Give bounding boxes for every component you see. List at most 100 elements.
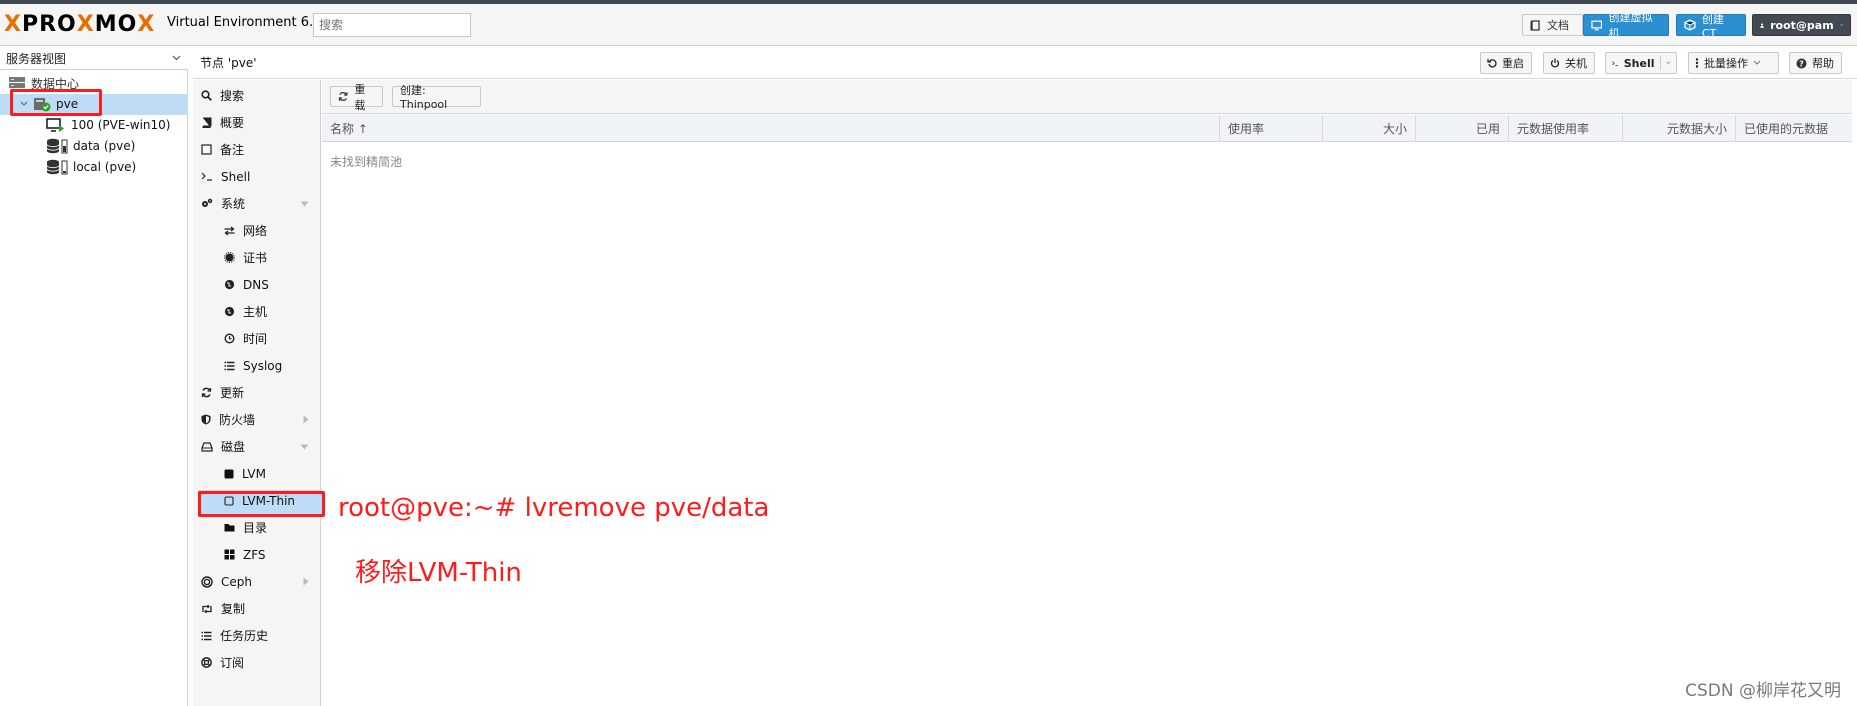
hdd-icon [201,441,213,452]
ellipsis-vertical-icon [1695,58,1699,68]
nav-item-shell[interactable]: Shell [201,163,319,190]
nav-label: 订阅 [220,656,245,670]
column-label: 元数据使用率 [1517,122,1590,136]
tree-item-label: data (pve) [73,139,136,153]
logo-x: X [4,11,22,37]
tree-item-label: 100 (PVE-win10) [71,118,171,132]
tree-item-storage-local[interactable]: local (pve) [46,157,136,177]
nav-item-disks[interactable]: 磁盘 [201,433,319,460]
chevron-down-icon [172,55,181,61]
column-header-meta-size[interactable]: 元数据大小 [1622,115,1735,142]
shell-button[interactable]: Shell [1605,52,1677,74]
nav-item-search[interactable]: 搜索 [201,82,319,109]
terminal-icon [201,172,212,181]
nav-label: ZFS [243,547,266,562]
chevron-down-icon [1839,23,1843,26]
column-label: 大小 [1382,122,1407,136]
shield-icon [201,414,211,425]
database-icon [46,138,68,154]
nav-label: 复制 [221,602,246,616]
nav-item-summary[interactable]: 概要 [201,109,319,136]
bulk-actions-button[interactable]: 批量操作 [1688,52,1779,74]
watermark: CSDN @柳岸花又明 [1685,681,1841,701]
column-header-usage[interactable]: 使用率 [1219,115,1322,142]
nav-item-updates[interactable]: 更新 [201,379,319,406]
nav-item-lvm[interactable]: LVM [201,460,319,487]
create-vm-button[interactable]: 创建虚拟机 [1583,11,1669,40]
create-ct-button[interactable]: 创建CT [1676,13,1746,40]
nav-item-task-history[interactable]: 任务历史 [201,622,319,649]
nav-label: 更新 [220,386,245,400]
nav-item-notes[interactable]: 备注 [201,136,319,163]
tree-item-storage-data[interactable]: data (pve) [46,136,135,156]
globe-icon [224,279,235,290]
nav-item-system[interactable]: 系统 [201,190,319,217]
reboot-button[interactable]: 重启 [1480,52,1532,74]
nav-item-zfs[interactable]: ZFS [201,541,319,568]
nav-label: 目录 [243,521,268,535]
list-icon [201,631,212,640]
view-selector[interactable]: 服务器视图 [0,46,188,70]
nav-item-firewall[interactable]: 防火墙 [201,406,319,433]
nav-item-network[interactable]: 网络 [201,217,319,244]
grid-icon [224,549,235,560]
column-label: 元数据大小 [1666,122,1727,136]
logo-pro: PRO [21,11,77,37]
column-header-name[interactable]: 名称 ↑ [322,115,1219,142]
nav-item-ceph[interactable]: Ceph [201,568,319,595]
grid-toolbar [322,80,1852,114]
column-header-meta-used[interactable]: 已使用的元数据 [1735,115,1852,142]
ceph-icon [201,575,213,588]
version-label: Virtual Environment 6.2-4 [167,15,335,30]
undo-icon [1487,59,1497,68]
nav-item-replication[interactable]: 复制 [201,595,319,622]
global-search-input[interactable] [313,13,471,37]
shell-label: Shell [1623,56,1655,70]
nav-item-subscription[interactable]: 订阅 [201,649,319,676]
cogs-icon [202,198,213,207]
cube-icon [1684,19,1696,31]
nav-item-dns[interactable]: DNS [201,271,319,298]
tree-item-label: local (pve) [73,160,137,174]
nav-label: 磁盘 [221,440,246,454]
chevron-down-icon [1665,61,1670,65]
help-label: 帮助 [1812,57,1834,70]
column-label: 名称 ↑ [330,122,368,136]
docs-button[interactable]: 文档 [1522,14,1583,36]
shutdown-button[interactable]: 关机 [1543,52,1595,74]
nav-label: 搜索 [220,89,245,103]
user-menu-button[interactable]: root@pam [1752,14,1851,36]
exchange-icon [224,225,235,236]
column-header-size[interactable]: 大小 [1322,115,1415,142]
clock-icon [224,333,235,344]
bulk-actions-label: 批量操作 [1704,57,1748,70]
user-label: root@pam [1770,18,1834,32]
annotation-box-node [10,89,102,116]
note-icon [201,144,212,155]
nav-label: 时间 [243,332,268,346]
reload-button[interactable]: 重载 [330,83,383,112]
nav-item-directory[interactable]: 目录 [201,514,319,541]
column-header-meta-usage[interactable]: 元数据使用率 [1508,115,1622,142]
refresh-icon [338,92,348,101]
database-icon [46,159,68,175]
reboot-label: 重启 [1502,57,1524,70]
retweet-icon [202,604,212,613]
annotation-caption: 移除LVM-Thin [355,558,522,588]
nav-label: Syslog [243,358,283,373]
help-button[interactable]: ? 帮助 [1789,52,1842,74]
nav-label: 系统 [221,197,246,211]
nav-item-time[interactable]: 时间 [201,325,319,352]
nav-item-syslog[interactable]: Syslog [201,352,319,379]
annotation-box-lvm-thin [198,491,325,517]
create-thinpool-button[interactable]: 创建: Thinpool [392,84,481,111]
nav-label: Ceph [221,574,252,589]
globe-icon [224,306,235,317]
tree-item-vm-100[interactable]: 100 (PVE-win10) [46,115,170,135]
column-header-used[interactable]: 已用 [1415,115,1508,142]
collapse-caret-icon [300,201,309,206]
monitor-icon [1591,20,1603,30]
nav-item-certificates[interactable]: 证书 [201,244,319,271]
nav-label: 防火墙 [219,413,256,427]
nav-item-host[interactable]: 主机 [201,298,319,325]
